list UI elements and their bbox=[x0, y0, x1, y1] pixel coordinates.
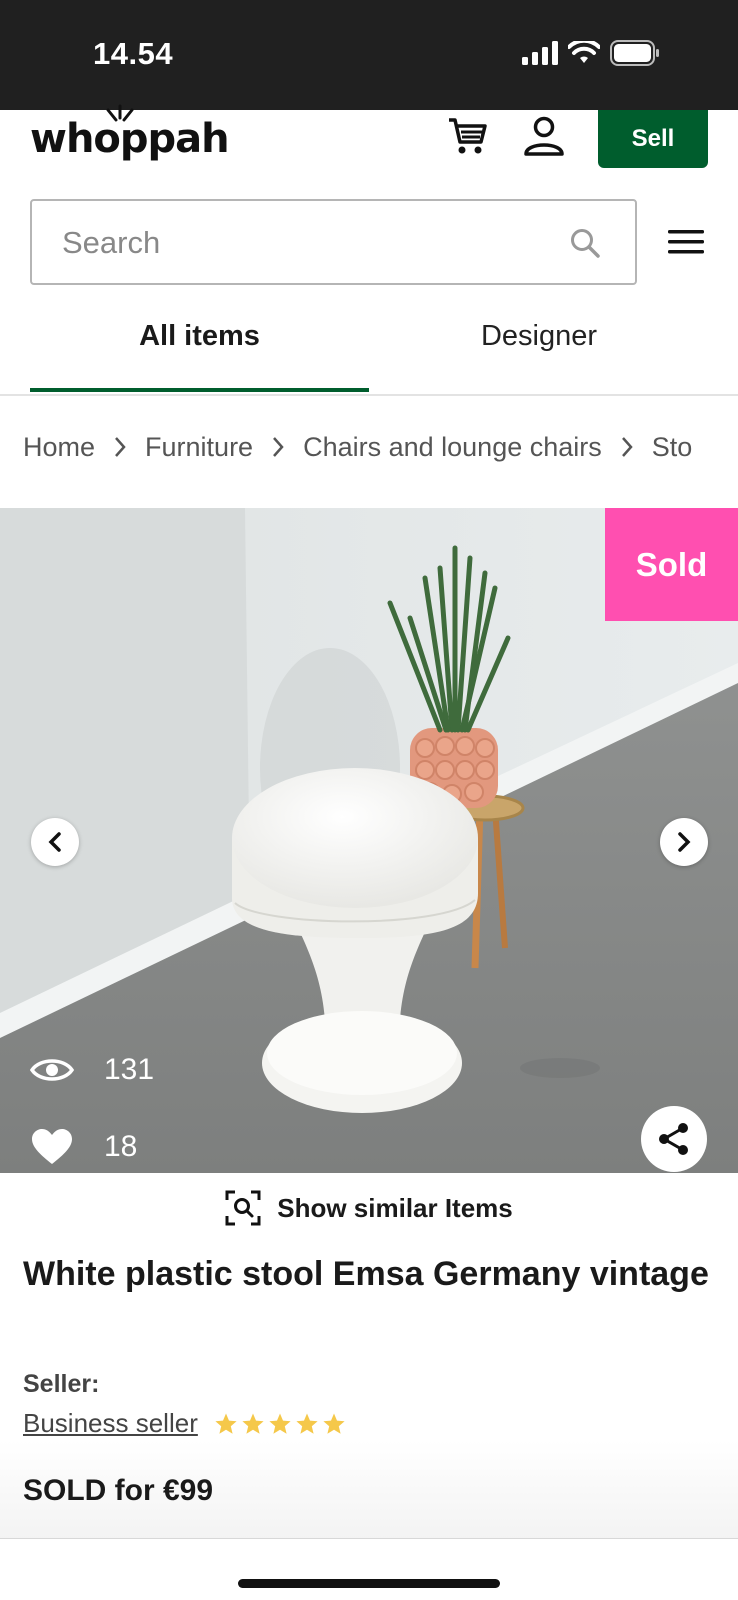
view-count-value: 131 bbox=[104, 1053, 155, 1086]
show-similar-label: Show similar Items bbox=[277, 1192, 513, 1223]
star-icon bbox=[296, 1413, 318, 1434]
seller-row: Business seller bbox=[23, 1408, 346, 1439]
breadcrumb-chairs[interactable]: Chairs and lounge chairs bbox=[303, 432, 602, 463]
eye-icon bbox=[30, 1059, 74, 1081]
tab-bar: All items Designer bbox=[0, 290, 738, 396]
search-box[interactable] bbox=[30, 199, 637, 285]
share-button[interactable] bbox=[641, 1106, 707, 1172]
visual-search-icon bbox=[225, 1190, 261, 1226]
cart-icon[interactable] bbox=[447, 116, 489, 156]
status-time: 14.54 bbox=[93, 36, 174, 71]
breadcrumb: Home Furniture Chairs and lounge chairs … bbox=[23, 427, 738, 467]
previous-image-button[interactable] bbox=[31, 818, 79, 866]
chevron-right-icon bbox=[678, 832, 691, 852]
product-title: White plastic stool Emsa Germany vintage bbox=[23, 1255, 709, 1293]
star-icon bbox=[323, 1413, 345, 1434]
show-similar-items-button[interactable]: Show similar Items bbox=[0, 1190, 738, 1226]
breadcrumb-stools[interactable]: Sto bbox=[652, 432, 693, 463]
tab-all-items[interactable]: All items bbox=[30, 320, 369, 353]
like-count-value: 18 bbox=[104, 1130, 138, 1163]
site-header: whoppah Sell bbox=[0, 104, 738, 190]
share-icon bbox=[659, 1123, 688, 1155]
seller-label: Seller: bbox=[23, 1370, 100, 1398]
chevron-left-icon bbox=[48, 832, 61, 852]
chevron-right-icon bbox=[620, 436, 634, 458]
breadcrumb-home[interactable]: Home bbox=[23, 432, 95, 463]
tab-designer[interactable]: Designer bbox=[370, 320, 708, 353]
sold-badge: Sold bbox=[605, 508, 738, 621]
seller-rating bbox=[214, 1412, 346, 1436]
hamburger-menu-icon[interactable] bbox=[668, 228, 704, 256]
heart-icon[interactable] bbox=[30, 1128, 74, 1166]
product-price: SOLD for €99 bbox=[23, 1474, 214, 1507]
product-gallery[interactable]: Sold 131 18 bbox=[0, 508, 738, 1173]
bottom-bar bbox=[0, 1538, 738, 1600]
search-input[interactable] bbox=[62, 225, 542, 261]
next-image-button[interactable] bbox=[660, 818, 708, 866]
breadcrumb-furniture[interactable]: Furniture bbox=[145, 432, 253, 463]
status-bar: 14.54 bbox=[0, 0, 738, 110]
logo-spark-icon bbox=[106, 104, 134, 122]
star-icon bbox=[215, 1413, 237, 1434]
search-icon[interactable] bbox=[569, 227, 601, 259]
battery-icon bbox=[610, 40, 659, 66]
account-icon[interactable] bbox=[523, 116, 565, 156]
wifi-icon bbox=[568, 41, 600, 63]
star-icon bbox=[269, 1413, 291, 1434]
active-tab-indicator bbox=[30, 388, 369, 392]
sell-button[interactable]: Sell bbox=[598, 110, 708, 168]
seller-link[interactable]: Business seller bbox=[23, 1408, 198, 1439]
like-count: 18 bbox=[30, 1128, 137, 1166]
chevron-right-icon bbox=[271, 436, 285, 458]
status-icons bbox=[522, 40, 660, 66]
home-indicator[interactable] bbox=[238, 1579, 500, 1588]
chevron-right-icon bbox=[113, 436, 127, 458]
star-icon bbox=[242, 1413, 264, 1434]
view-count: 131 bbox=[30, 1053, 154, 1087]
signal-icon bbox=[522, 41, 558, 65]
